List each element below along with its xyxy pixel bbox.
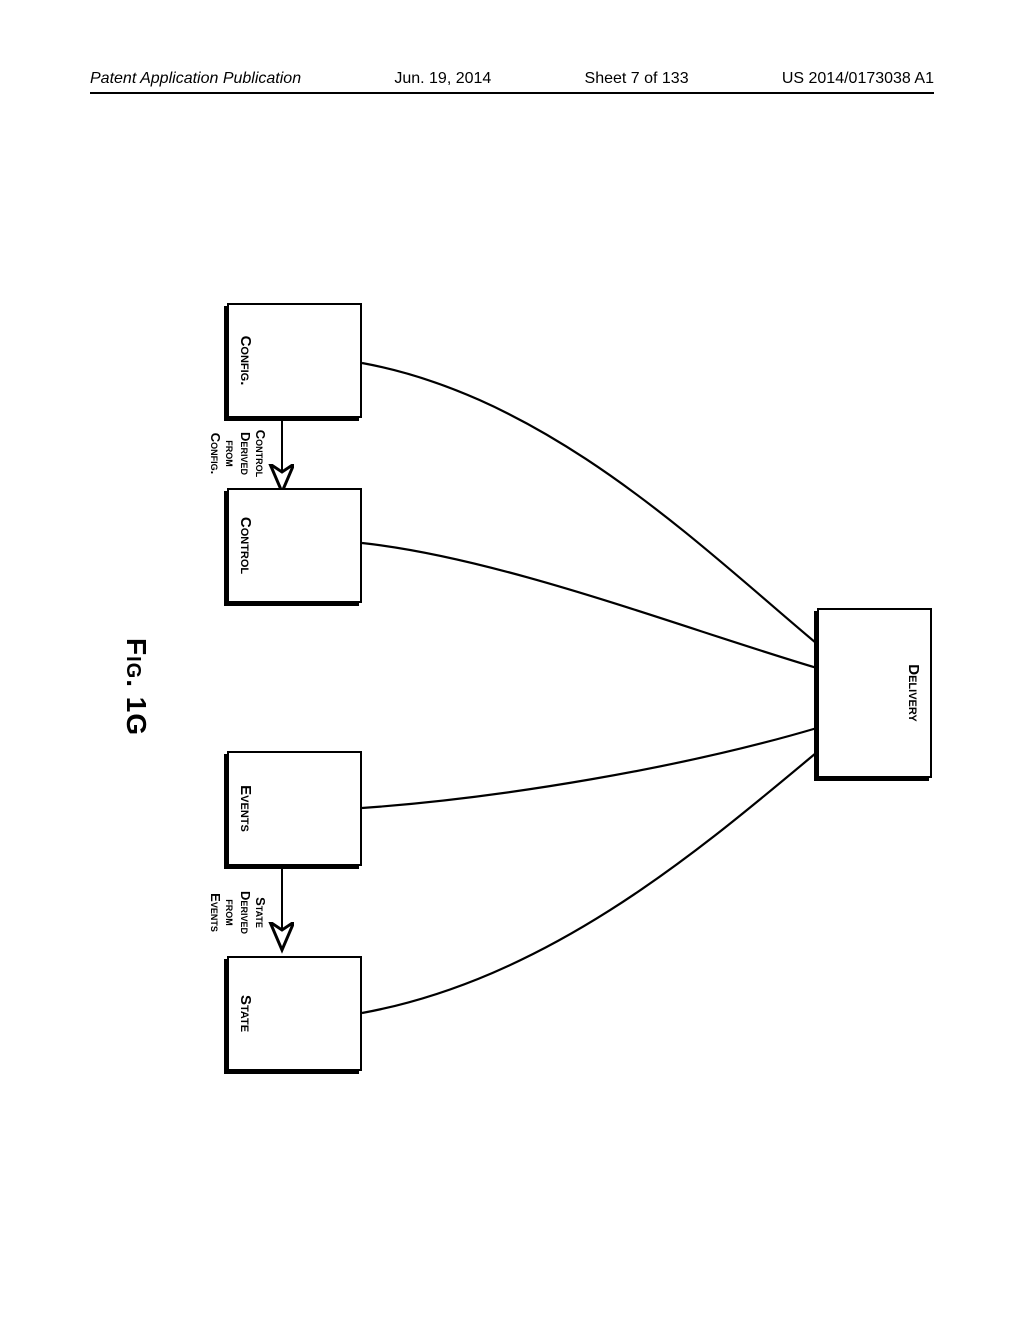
box-control-label: Control	[237, 517, 254, 574]
box-state: State	[227, 956, 362, 1071]
box-delivery-label: Delivery	[905, 664, 922, 722]
label-control-derived: Control Derived from Config.	[207, 416, 267, 491]
box-events-label: Events	[237, 785, 254, 832]
figure-caption: Fig. 1G	[120, 638, 152, 736]
header-date: Jun. 19, 2014	[394, 70, 491, 88]
header-divider	[90, 92, 934, 94]
box-config: Config.	[227, 303, 362, 418]
page-header: Patent Application Publication Jun. 19, …	[0, 70, 1024, 88]
label-state-derived: State Derived from Events	[207, 875, 267, 950]
header-sheet: Sheet 7 of 133	[585, 70, 689, 88]
box-state-label: State	[237, 995, 254, 1032]
header-publication: Patent Application Publication	[90, 70, 301, 88]
header-pubno: US 2014/0173038 A1	[782, 70, 934, 88]
box-delivery: Delivery	[817, 608, 932, 778]
box-config-label: Config.	[237, 336, 254, 386]
diagram: Delivery Config. Control Events State Co…	[22, 298, 1002, 1082]
box-control: Control	[227, 488, 362, 603]
box-events: Events	[227, 751, 362, 866]
